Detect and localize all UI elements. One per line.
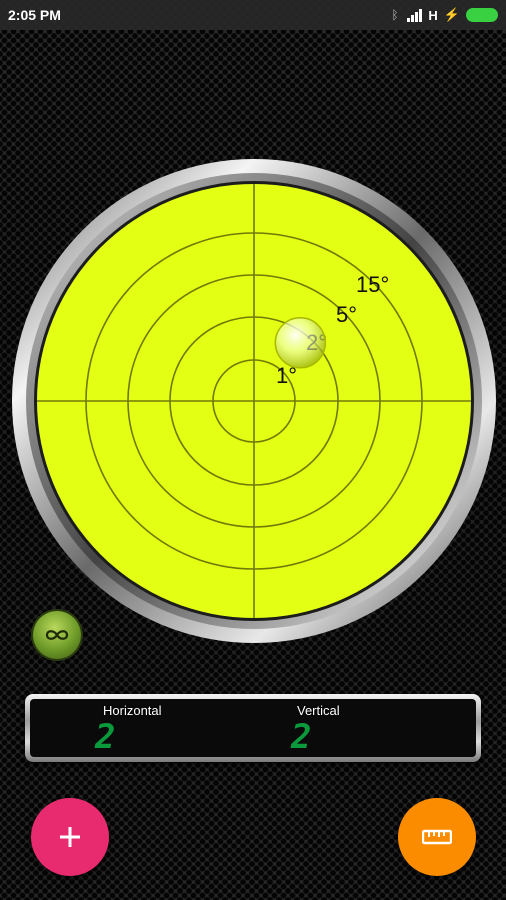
ring-label-4: 15° [356,272,389,297]
horizontal-label: Horizontal [103,703,162,718]
plus-icon [60,827,80,847]
add-button[interactable] [31,798,109,876]
ring-label-3: 5° [336,302,357,327]
horizontal-value: 2 [95,717,117,757]
readout-screen: Horizontal Vertical 2 2 [30,699,476,757]
ruler-button[interactable] [398,798,476,876]
infinity-icon [45,630,69,640]
angle-readout-panel: Horizontal Vertical 2 2 [25,694,481,762]
vertical-value: 2 [291,717,313,757]
ruler-icon [422,829,452,845]
bubble-level-dial: 1° 2° 5° 15° [12,159,496,643]
level-bubble [274,317,327,369]
lock-toggle-button[interactable] [33,611,81,659]
vertical-label: Vertical [297,703,340,718]
